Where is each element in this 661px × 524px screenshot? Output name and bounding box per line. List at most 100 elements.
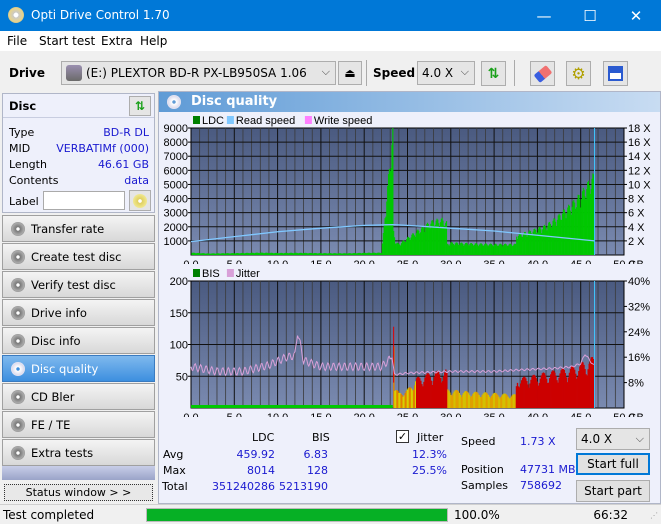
- samples-label: Samples: [461, 479, 508, 492]
- y-tick-label-left: 4000: [164, 194, 188, 206]
- y-tick-label-left: 8000: [164, 137, 188, 149]
- nav-disc-info[interactable]: Disc info: [2, 327, 155, 354]
- elapsed-time: 66:32: [593, 508, 628, 522]
- nav-label: CD Bler: [31, 390, 75, 404]
- refresh-button[interactable]: ⇅: [481, 61, 506, 86]
- start-full-button[interactable]: Start full: [576, 453, 650, 475]
- samples-value: 758692: [520, 479, 562, 492]
- minimize-button[interactable]: —: [521, 0, 567, 31]
- erase-button[interactable]: [530, 61, 555, 86]
- gears-icon: ⚙: [571, 64, 586, 83]
- legend-swatch: [193, 116, 200, 124]
- app-icon: [8, 7, 24, 23]
- x-tick-label: 30.0: [440, 412, 461, 417]
- chevron-down-icon: ⌵: [460, 65, 469, 78]
- x-tick-label: 35.0: [483, 412, 504, 417]
- sidebar: Disc ⇅ Type BD-R DL MID VERBATIMf (000) Le…: [0, 91, 157, 504]
- bis-total: 5213190: [279, 480, 328, 493]
- type-label: Type: [9, 126, 35, 139]
- status-bar: Test completed 100.0% 66:32 ⋰: [0, 504, 661, 524]
- menu-bar: File Start test Extra Help: [0, 31, 661, 51]
- drive-icon: [66, 65, 82, 81]
- disc-header: Disc: [9, 99, 37, 113]
- length-value: 46.61 GB: [97, 158, 149, 171]
- jitter-avg: 12.3%: [412, 448, 447, 461]
- y-tick-label-left: 5000: [164, 179, 188, 191]
- legend-swatch: [304, 116, 312, 124]
- menu-start-test[interactable]: Start test: [39, 34, 95, 48]
- y-tick-label-right: 32%: [628, 301, 650, 313]
- x-tick-label: 0.0: [183, 259, 198, 264]
- x-tick-label: 25.0: [397, 412, 418, 417]
- disc-icon: [11, 362, 25, 376]
- x-axis-label: GB: [628, 412, 644, 417]
- y-tick-label-left: 2000: [164, 222, 188, 234]
- nav-disc-quality[interactable]: Disc quality: [2, 355, 155, 382]
- y-tick-label-right: 8%: [628, 378, 644, 390]
- mid-value: VERBATIMf (000): [56, 142, 149, 155]
- status-window-button[interactable]: Status window > >: [4, 484, 153, 501]
- y-tick-label-left: 9000: [164, 123, 188, 135]
- x-axis-label: GB: [628, 259, 644, 264]
- speed-label: Speed: [373, 66, 416, 80]
- test-speed-value: 4.0 X: [581, 432, 613, 446]
- refresh-arrows-icon: ⇅: [134, 99, 146, 113]
- eject-button[interactable]: ⏏: [338, 61, 362, 85]
- nav-label: Extra tests: [31, 446, 94, 460]
- nav-label: Transfer rate: [31, 222, 105, 236]
- status-text: Test completed: [3, 508, 95, 522]
- y-tick-label-left: 6000: [164, 165, 188, 177]
- x-tick-label: 45.0: [570, 412, 591, 417]
- y-tick-label-left: 3000: [164, 208, 188, 220]
- bis-baseline: [191, 405, 393, 408]
- nav-fe-te[interactable]: FE / TE: [2, 411, 155, 438]
- disc-icon: [11, 390, 25, 404]
- nav-verify-test-disc[interactable]: Verify test disc: [2, 271, 155, 298]
- chevron-down-icon: ⌵: [321, 65, 330, 78]
- disc-icon: [11, 446, 25, 460]
- menu-extra[interactable]: Extra: [101, 34, 133, 48]
- menu-file[interactable]: File: [7, 34, 27, 48]
- panel-header: Disc quality: [159, 92, 660, 112]
- disc-panel-header: Disc ⇅: [3, 94, 154, 118]
- mid-label: MID: [9, 142, 31, 155]
- y-tick-label-right: 16 X: [628, 137, 651, 149]
- x-tick-label: 15.0: [310, 259, 331, 264]
- refresh-arrows-icon: ⇅: [487, 65, 500, 82]
- resize-grip-icon[interactable]: ⋰: [650, 511, 658, 520]
- maximize-button[interactable]: ☐: [567, 0, 613, 31]
- nav-create-test-disc[interactable]: Create test disc: [2, 243, 155, 270]
- save-button[interactable]: [603, 61, 628, 86]
- separator: [514, 60, 515, 86]
- close-button[interactable]: ✕: [613, 0, 659, 31]
- nav-drive-info[interactable]: Drive info: [2, 299, 155, 326]
- legend-swatch: [226, 116, 234, 124]
- x-tick-label: 20.0: [353, 259, 374, 264]
- nav-cd-bler[interactable]: CD Bler: [2, 383, 155, 410]
- speed-select[interactable]: 4.0 X ⌵: [417, 61, 475, 85]
- menu-help[interactable]: Help: [140, 34, 167, 48]
- jitter-checkbox[interactable]: ✓: [396, 430, 409, 443]
- nav-extra-tests[interactable]: Extra tests: [2, 439, 155, 466]
- y-tick-label-right: 24%: [628, 327, 650, 339]
- nav-label: Disc info: [31, 334, 81, 348]
- y-tick-label-left: 7000: [164, 151, 188, 163]
- disc-label-button[interactable]: [129, 190, 151, 211]
- avg-label: Avg: [163, 448, 184, 461]
- start-part-button[interactable]: Start part: [576, 480, 650, 502]
- label-input[interactable]: [43, 191, 125, 210]
- contents-label: Contents: [9, 174, 59, 187]
- x-tick-label: 35.0: [483, 259, 504, 264]
- y-tick-label-right: 18 X: [628, 123, 651, 135]
- y-tick-label-left: 150: [170, 308, 188, 320]
- nav-transfer-rate[interactable]: Transfer rate: [2, 215, 155, 242]
- x-tick-label: 10.0: [267, 412, 288, 417]
- settings-button[interactable]: ⚙: [566, 61, 591, 86]
- contents-value: data: [124, 174, 149, 187]
- test-speed-select[interactable]: 4.0 X ⌵: [576, 428, 650, 450]
- x-tick-label: 40.0: [527, 259, 548, 264]
- y-tick-label-right: 12 X: [628, 165, 651, 177]
- speed-value: 4.0 X: [422, 66, 454, 80]
- drive-select[interactable]: (E:) PLEXTOR BD-R PX-LB950SA 1.06 ⌵: [61, 61, 336, 85]
- disc-refresh-button[interactable]: ⇅: [129, 96, 151, 116]
